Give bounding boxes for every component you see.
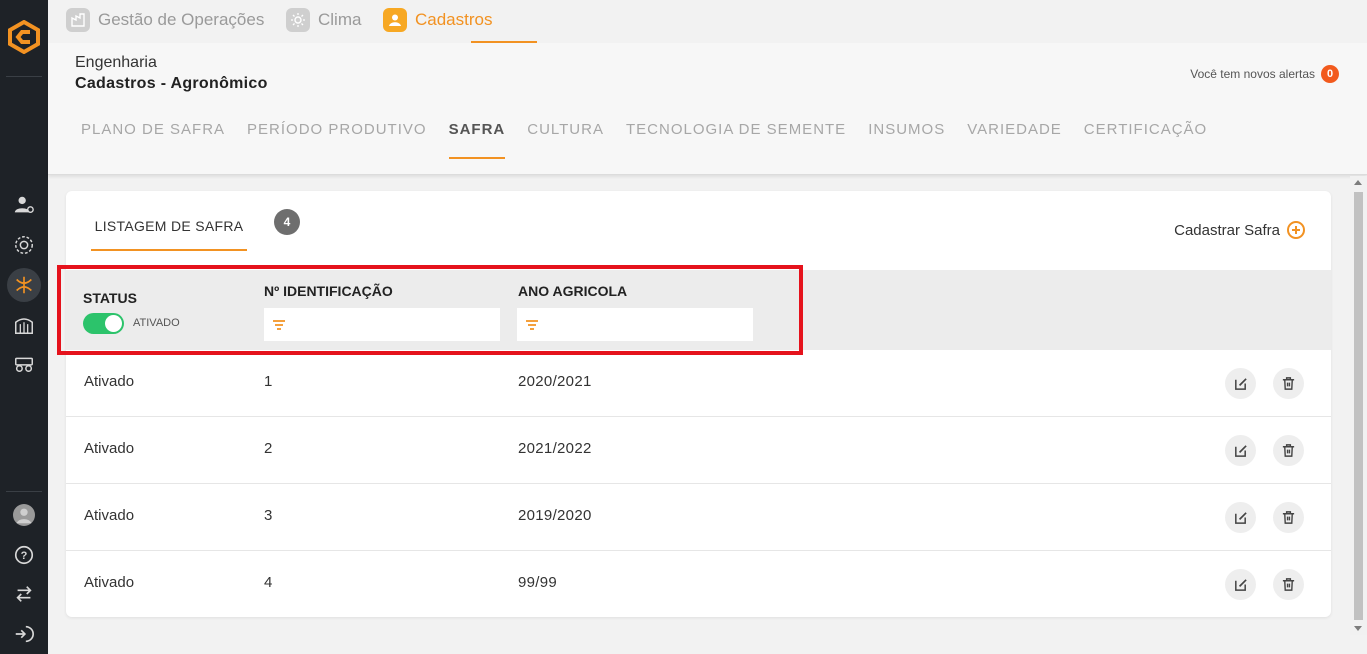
edit-button[interactable] [1225, 368, 1256, 399]
delete-button[interactable] [1273, 502, 1304, 533]
sidebar-divider [6, 76, 42, 77]
page-header: Engenharia Cadastros - Agronômico Você t… [48, 43, 1367, 175]
tab-listagem-de-safra[interactable]: LISTAGEM DE SAFRA [91, 209, 247, 251]
delete-button[interactable] [1273, 569, 1304, 600]
tab-plano-de-safra[interactable]: PLANO DE SAFRA [70, 121, 236, 159]
cell-year: 2020/2021 [518, 373, 592, 390]
table-row: Ativado 3 2019/2020 [66, 484, 1331, 551]
edit-button[interactable] [1225, 435, 1256, 466]
add-safra-button[interactable]: Cadastrar Safra [1174, 220, 1306, 240]
edit-icon [1235, 445, 1247, 457]
safra-list-card: LISTAGEM DE SAFRA 4 Cadastrar Safra STAT… [66, 191, 1331, 617]
brand-logo[interactable] [8, 19, 40, 55]
tractor-icon[interactable] [10, 349, 38, 377]
edit-icon [1235, 512, 1247, 524]
top-nav: Gestão de Operações Clima Cadastros [48, 0, 1367, 43]
help-icon[interactable]: ? [10, 541, 38, 569]
edit-icon [1235, 579, 1247, 591]
edit-icon [1235, 378, 1247, 390]
add-safra-label: Cadastrar Safra [1174, 221, 1280, 239]
silo-icon[interactable] [10, 311, 38, 339]
sidebar-divider [6, 491, 42, 492]
table-row: Ativado 1 2020/2021 [66, 350, 1331, 417]
svg-text:?: ? [21, 550, 28, 562]
alerts-count-badge: 0 [1321, 65, 1339, 83]
topnav-clima[interactable]: Clima [286, 8, 361, 32]
scrollbar[interactable] [1350, 176, 1367, 635]
switch-icon[interactable] [10, 580, 38, 608]
cell-status: Ativado [84, 373, 135, 390]
topnav-gestao-operacoes[interactable]: Gestão de Operações [66, 8, 264, 32]
cell-year: 2019/2020 [518, 507, 592, 524]
cell-id: 1 [264, 373, 273, 390]
edit-button[interactable] [1225, 502, 1256, 533]
factory-icon [66, 8, 90, 32]
scroll-up-icon[interactable] [1354, 180, 1362, 185]
scroll-down-icon[interactable] [1354, 626, 1362, 631]
cell-year: 2021/2022 [518, 440, 592, 457]
tab-variedade[interactable]: VARIEDADE [956, 121, 1073, 159]
user-icon [383, 8, 407, 32]
cell-status: Ativado [84, 507, 135, 524]
edit-button[interactable] [1225, 569, 1256, 600]
table-row: Ativado 2 2021/2022 [66, 417, 1331, 484]
trash-icon [1282, 444, 1295, 457]
highlight-box [57, 265, 803, 355]
page-title: Cadastros - Agronômico [75, 75, 268, 92]
breadcrumb-parent[interactable]: Engenharia [75, 54, 157, 72]
cell-status: Ativado [84, 574, 135, 591]
tab-periodo-produtivo[interactable]: PERÍODO PRODUTIVO [236, 121, 438, 159]
topnav-label: Cadastros [415, 10, 493, 29]
trash-icon [1282, 511, 1295, 524]
tab-insumos[interactable]: INSUMOS [857, 121, 956, 159]
avatar[interactable] [10, 501, 38, 529]
trash-icon [1282, 578, 1295, 591]
delete-button[interactable] [1273, 435, 1304, 466]
tab-safra[interactable]: SAFRA [438, 121, 517, 159]
topnav-label: Clima [318, 10, 362, 29]
logout-icon[interactable] [10, 620, 38, 648]
table-row: Ativado 4 99/99 [66, 551, 1331, 617]
count-badge: 4 [274, 209, 300, 235]
gear-target-icon[interactable] [10, 231, 38, 259]
cell-id: 4 [264, 574, 273, 591]
subtabs: PLANO DE SAFRA PERÍODO PRODUTIVO SAFRA C… [70, 121, 1218, 159]
cell-id: 3 [264, 507, 273, 524]
tab-tecnologia-de-semente[interactable]: TECNOLOGIA DE SEMENTE [615, 121, 857, 159]
cell-year: 99/99 [518, 574, 558, 591]
sidebar: ? [0, 0, 48, 654]
cell-status: Ativado [84, 440, 135, 457]
trash-icon [1282, 377, 1295, 390]
user-settings-icon[interactable] [10, 191, 38, 219]
sun-icon [286, 8, 310, 32]
cell-id: 2 [264, 440, 273, 457]
alerts-notice[interactable]: Você tem novos alertas 0 [1190, 65, 1339, 83]
topnav-cadastros[interactable]: Cadastros [383, 8, 492, 32]
delete-button[interactable] [1273, 368, 1304, 399]
plus-circle-icon [1287, 221, 1305, 239]
crop-icon[interactable] [7, 268, 41, 302]
alerts-text: Você tem novos alertas [1190, 67, 1315, 81]
scroll-thumb[interactable] [1354, 192, 1363, 620]
topnav-label: Gestão de Operações [98, 10, 265, 29]
tab-certificacao[interactable]: CERTIFICAÇÃO [1073, 121, 1218, 159]
tab-cultura[interactable]: CULTURA [516, 121, 615, 159]
